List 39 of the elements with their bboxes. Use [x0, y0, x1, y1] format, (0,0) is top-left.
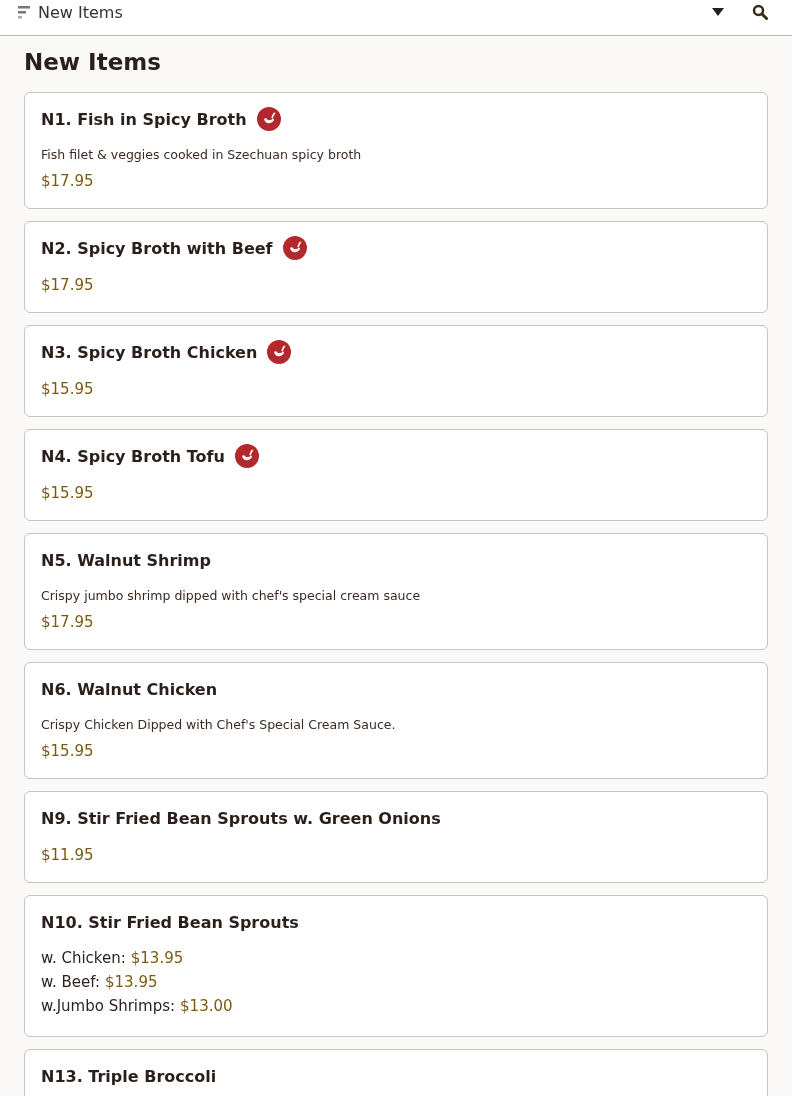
- category-label: New Items: [38, 2, 123, 22]
- item-price: $17.95: [41, 276, 95, 294]
- menu-item-card[interactable]: N5. Walnut Shrimp Crispy jumbo shrimp dipped with chef's special cream sauce $17.95: [24, 533, 768, 650]
- item-name: N1. Fish in Spicy Broth: [41, 109, 247, 129]
- menu-item-card[interactable]: N6. Walnut Chicken Crispy Chicken Dipped with Chef's Special Cream Sauce. $15.95: [24, 662, 768, 779]
- menu-item-card[interactable]: N3. Spicy Broth Chicken $15.95: [24, 325, 768, 417]
- item-name: N5. Walnut Shrimp: [41, 550, 211, 570]
- menu-item-card[interactable]: N4. Spicy Broth Tofu $15.95: [24, 429, 768, 521]
- menu-item-card[interactable]: N9. Stir Fried Bean Sprouts w. Green Onions $11.95: [24, 791, 768, 883]
- item-name: N4. Spicy Broth Tofu: [41, 446, 225, 466]
- option-label: w. Chicken:: [41, 948, 126, 969]
- item-name: N6. Walnut Chicken: [41, 679, 218, 699]
- item-name: N10. Stir Fried Bean Sprouts: [41, 912, 299, 932]
- item-description: Fish filet & veggies cooked in Szechuan spicy broth: [41, 147, 363, 162]
- menu-item-card[interactable]: N1. Fish in Spicy Broth Fish filet & veggies cooked in Szechuan spicy broth $17.95: [24, 92, 768, 209]
- item-name: N2. Spicy Broth with Beef: [41, 238, 273, 258]
- menu-item-card[interactable]: N10. Stir Fried Bean Sprouts w. Chicken: $13.95 w. Beef: $13.95 w.Jumbo Shrimps: $13.00: [24, 895, 768, 1037]
- item-price: $15.95: [41, 484, 95, 502]
- search-icon[interactable]: [752, 4, 768, 20]
- item-description: Crispy Chicken Dipped with Chef's Special Cream Sauce.: [41, 717, 397, 732]
- section-title: New Items: [24, 48, 162, 77]
- item-price: $15.95: [41, 380, 95, 398]
- option-price: $13.95: [130, 948, 184, 969]
- menu-item-card[interactable]: N13. Triple Broccoli: [24, 1049, 768, 1096]
- item-name: N3. Spicy Broth Chicken: [41, 342, 258, 362]
- dropdown-caret-icon[interactable]: [712, 8, 724, 16]
- item-price: $11.95: [41, 846, 95, 864]
- option-label: w. Beef:: [41, 972, 100, 993]
- item-price: $15.95: [41, 742, 95, 760]
- option-price: $13.95: [105, 972, 158, 993]
- list-icon: [18, 5, 30, 19]
- item-name: N13. Triple Broccoli: [41, 1066, 217, 1086]
- option-price: $13.00: [180, 996, 233, 1017]
- option-label: w.Jumbo Shrimps:: [41, 996, 176, 1017]
- menu-item-card[interactable]: N2. Spicy Broth with Beef $17.95: [24, 221, 768, 313]
- item-description: Crispy jumbo shrimp dipped with chef's special cream sauce: [41, 588, 422, 603]
- item-price: $17.95: [41, 613, 95, 631]
- item-price: $17.95: [41, 172, 95, 190]
- item-name: N9. Stir Fried Bean Sprouts w. Green Onions: [41, 808, 441, 828]
